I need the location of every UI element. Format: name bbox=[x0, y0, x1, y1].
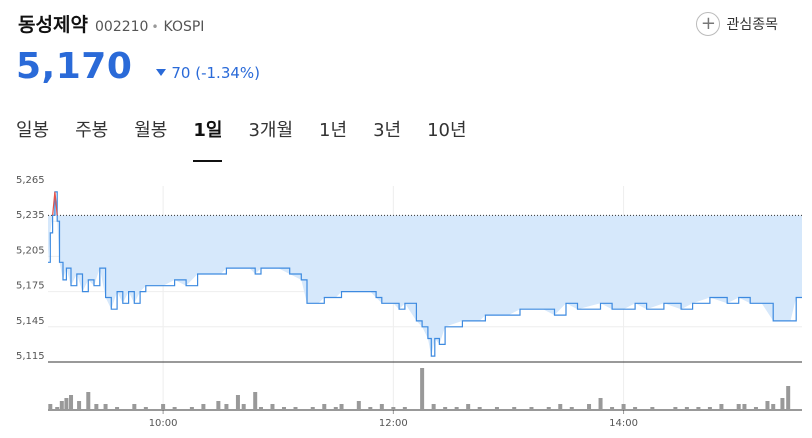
volume-bar bbox=[431, 404, 436, 410]
volume-bar bbox=[529, 407, 534, 410]
volume-bar bbox=[77, 401, 82, 410]
volume-bar bbox=[391, 407, 396, 410]
volume-bar bbox=[753, 407, 758, 410]
volume-bar bbox=[558, 404, 563, 410]
tab-3개월[interactable]: 3개월 bbox=[248, 116, 293, 162]
plus-circle-icon: + bbox=[696, 12, 721, 36]
volume-bar bbox=[281, 407, 286, 410]
volume-bar bbox=[94, 404, 99, 410]
change-percent: (-1.34%) bbox=[195, 64, 261, 82]
period-tabs: 일봉 주봉 월봉 1일 3개월 1년 3년 10년 bbox=[16, 116, 493, 162]
y-tick-label: 5,265 bbox=[16, 175, 45, 186]
volume-bar bbox=[696, 407, 701, 410]
tab-일봉[interactable]: 일봉 bbox=[16, 116, 49, 162]
volume-bar bbox=[780, 398, 785, 410]
volume-bar bbox=[132, 404, 137, 410]
volume-bar bbox=[253, 392, 258, 410]
volume-bar bbox=[466, 404, 471, 410]
volume-bar bbox=[719, 404, 724, 410]
volume-bar bbox=[143, 407, 148, 410]
volume-bar bbox=[621, 404, 626, 410]
volume-bar bbox=[356, 401, 361, 410]
volume-bar bbox=[633, 407, 638, 410]
volume-bar bbox=[161, 404, 166, 410]
volume-bar bbox=[333, 407, 338, 410]
volume-bar bbox=[310, 407, 315, 410]
volume-bar bbox=[172, 407, 177, 410]
volume-bar bbox=[241, 404, 246, 410]
volume-bar bbox=[742, 404, 747, 410]
separator-dot: • bbox=[151, 20, 159, 34]
tab-월봉[interactable]: 월봉 bbox=[134, 116, 167, 162]
volume-bar bbox=[322, 404, 327, 410]
volume-bar bbox=[339, 404, 344, 410]
volume-bar bbox=[650, 407, 655, 410]
volume-bar bbox=[786, 386, 791, 410]
y-tick-label: 5,205 bbox=[16, 245, 45, 256]
y-tick-label: 5,115 bbox=[16, 351, 45, 362]
stock-header: 동성제약 002210 • KOSPI bbox=[18, 10, 204, 37]
watchlist-label: 관심종목 bbox=[726, 17, 778, 33]
volume-bar bbox=[494, 407, 499, 410]
volume-bar bbox=[59, 401, 64, 410]
volume-bar bbox=[420, 368, 425, 410]
volume-bar bbox=[587, 404, 592, 410]
volume-bar bbox=[293, 407, 298, 410]
volume-bar bbox=[736, 404, 741, 410]
y-tick-label: 5,145 bbox=[16, 316, 45, 327]
x-tick-label: 12:00 bbox=[379, 418, 408, 429]
volume-bar bbox=[765, 401, 770, 410]
volume-bar bbox=[673, 407, 678, 410]
tab-주봉[interactable]: 주봉 bbox=[75, 116, 108, 162]
volume-bar bbox=[512, 407, 517, 410]
add-watchlist-button[interactable]: + 관심종목 bbox=[696, 12, 778, 36]
y-tick-label: 5,235 bbox=[16, 210, 45, 221]
stock-code: 002210 bbox=[95, 19, 149, 35]
volume-bar bbox=[258, 407, 263, 410]
price-area bbox=[48, 191, 802, 357]
volume-bar bbox=[224, 404, 229, 410]
volume-bar bbox=[684, 407, 689, 410]
tab-1년[interactable]: 1년 bbox=[319, 116, 347, 162]
volume-bar bbox=[86, 392, 91, 410]
volume-bar bbox=[477, 407, 482, 410]
price-row: 5,170 70 (-1.34%) bbox=[16, 46, 260, 87]
volume-bar bbox=[610, 407, 615, 410]
stock-name: 동성제약 bbox=[18, 14, 88, 36]
price-change: 70 (-1.34%) bbox=[156, 64, 260, 82]
volume-bar bbox=[771, 404, 776, 410]
volume-bar bbox=[402, 407, 407, 410]
price-chart: 5,265 5,235 5,205 5,175 5,145 5,115 10:00 12:00… bbox=[16, 175, 802, 429]
volume-bar bbox=[707, 407, 712, 410]
volume-bar bbox=[368, 407, 373, 410]
volume-bar bbox=[379, 404, 384, 410]
volume-bar bbox=[115, 407, 120, 410]
down-triangle-icon bbox=[156, 69, 167, 76]
volume-bar bbox=[69, 395, 74, 410]
volume-bar bbox=[569, 407, 574, 410]
volume-bar bbox=[443, 407, 448, 410]
volume-bar bbox=[64, 398, 69, 410]
volume-bar bbox=[235, 395, 240, 410]
volume-bar bbox=[48, 404, 53, 410]
tab-3년[interactable]: 3년 bbox=[373, 116, 401, 162]
volume-bar bbox=[270, 404, 275, 410]
volume-bar bbox=[55, 407, 60, 410]
tab-10년[interactable]: 10년 bbox=[427, 116, 466, 162]
volume-bar bbox=[598, 398, 603, 410]
volume-bar bbox=[454, 407, 459, 410]
volume-bar bbox=[216, 401, 221, 410]
current-price: 5,170 bbox=[16, 46, 133, 87]
volume-bar bbox=[103, 404, 108, 410]
tab-1일[interactable]: 1일 bbox=[193, 116, 223, 162]
volume-bar bbox=[189, 407, 194, 410]
y-tick-label: 5,175 bbox=[16, 281, 45, 292]
volume-bar bbox=[201, 404, 206, 410]
x-tick-label: 10:00 bbox=[149, 418, 178, 429]
volume-bar bbox=[546, 407, 551, 410]
change-amount: 70 bbox=[171, 64, 191, 82]
x-tick-label: 14:00 bbox=[609, 418, 638, 429]
market-name: KOSPI bbox=[163, 19, 205, 35]
